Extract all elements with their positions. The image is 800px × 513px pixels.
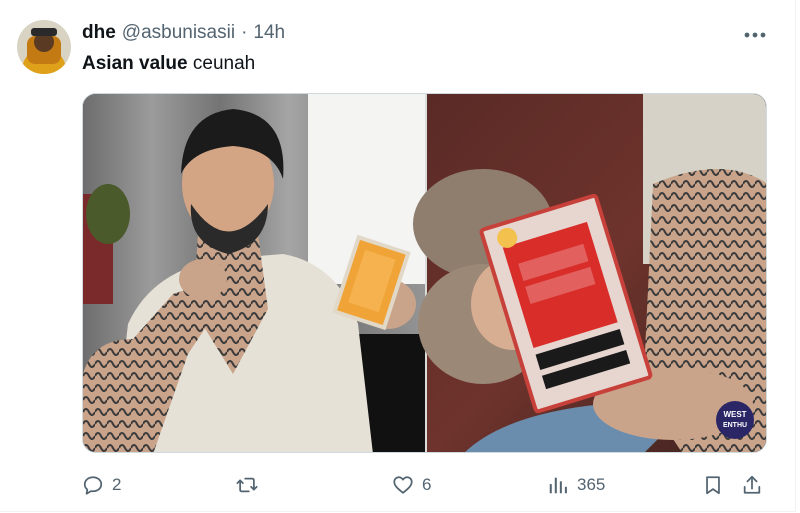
bookmark-icon [706, 476, 720, 495]
reply-button[interactable]: 2 [82, 468, 121, 502]
avatar[interactable] [17, 20, 71, 74]
watermark-line1: WEST [723, 410, 746, 419]
more-options-button[interactable] [740, 24, 770, 46]
repost-icon [236, 477, 258, 493]
repost-button[interactable] [236, 468, 266, 502]
tweet-timestamp[interactable]: 14h [253, 22, 285, 44]
author-name[interactable]: dhe [82, 22, 116, 44]
tweet-text: Asian value ceunah [82, 52, 255, 76]
like-button[interactable]: 6 [392, 468, 431, 502]
right-panel: WEST ENTHU [413, 94, 766, 452]
tweet-text-bold: Asian value [82, 53, 188, 74]
watermark-line2: ENTHU [723, 422, 747, 429]
share-button[interactable] [741, 468, 763, 502]
tweet-text-rest: ceunah [187, 53, 256, 74]
heart-icon [393, 476, 413, 494]
bookmark-button[interactable] [702, 468, 724, 502]
views-button[interactable]: 365 [547, 468, 605, 502]
reply-icon [83, 476, 103, 495]
view-count: 365 [577, 475, 606, 494]
author-handle[interactable]: @asbunisasii [122, 22, 235, 44]
like-count: 6 [422, 475, 432, 494]
action-bar: 2 6 365 [0, 468, 800, 502]
more-horizontal-icon [744, 32, 766, 38]
tweet-media[interactable]: WEST ENTHU [82, 93, 767, 453]
views-icon [549, 477, 567, 494]
media-image: WEST ENTHU [83, 94, 766, 452]
left-panel [83, 94, 426, 452]
share-icon [743, 475, 761, 494]
separator-dot: · [241, 22, 248, 43]
tweet-header: dhe @asbunisasii · 14h [82, 22, 285, 46]
reply-count: 2 [112, 475, 122, 494]
